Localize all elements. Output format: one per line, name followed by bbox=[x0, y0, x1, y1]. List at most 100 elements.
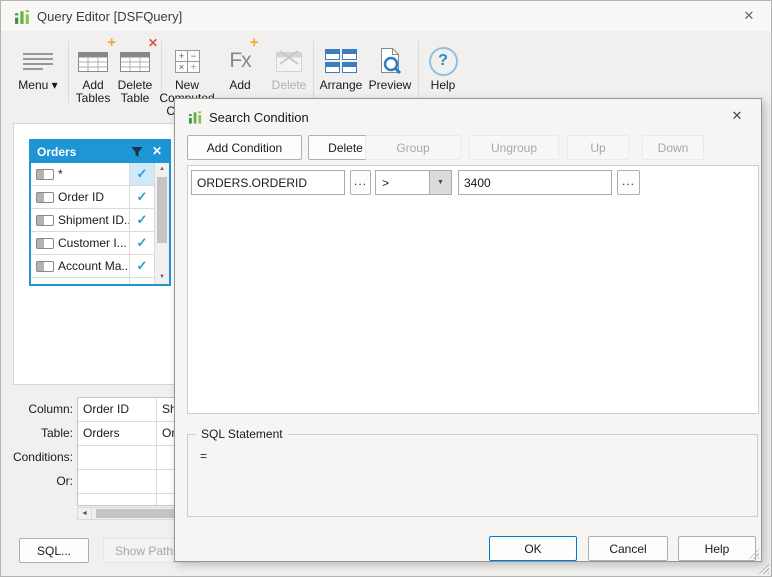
help-question-mark: ? bbox=[438, 52, 448, 69]
orders-field-list: * ✓ Order ID ✓ Shipment ID... ✓ Customer… bbox=[31, 163, 169, 284]
orders-scrollbar[interactable]: ▲ ▼ bbox=[154, 163, 169, 284]
field-label: Customer I... bbox=[58, 236, 127, 250]
operator-value: > bbox=[382, 176, 390, 190]
svg-text:÷: ÷ bbox=[191, 62, 196, 72]
checkmark-icon: ✓ bbox=[136, 166, 148, 181]
svg-text:+: + bbox=[178, 51, 183, 61]
toolbar-separator bbox=[313, 41, 314, 103]
field-browse-button[interactable]: ... bbox=[350, 170, 371, 195]
table-icon bbox=[78, 52, 108, 72]
add-formula-button[interactable]: Fx + Add bbox=[217, 35, 263, 92]
scrollbar-thumb[interactable] bbox=[157, 177, 167, 243]
menu-icon bbox=[23, 50, 53, 73]
add-tables-label-2: Tables bbox=[75, 91, 111, 105]
add-tables-button[interactable]: + Add Tables bbox=[71, 35, 116, 105]
orders-panel-title: Orders bbox=[37, 145, 77, 159]
list-item[interactable]: Account Ma... ✓ bbox=[31, 255, 169, 278]
condition-field-input[interactable]: ORDERS.ORDERID bbox=[191, 170, 345, 195]
delete-table-button[interactable]: ✕ Delete Table bbox=[113, 36, 158, 105]
query-editor-window: Query Editor [DSFQuery] ✕ Menu ▾ + Add T… bbox=[0, 0, 772, 577]
field-icon bbox=[36, 283, 54, 284]
delete-formula-label: Delete bbox=[271, 78, 307, 92]
preview-icon bbox=[381, 48, 402, 75]
table-row-label: Table: bbox=[40, 426, 73, 440]
field-checkbox[interactable]: ✓ bbox=[129, 232, 154, 254]
field-icon bbox=[36, 237, 54, 249]
toolbar-separator bbox=[68, 41, 69, 103]
window-resize-grip[interactable] bbox=[756, 561, 769, 574]
grid-cell-table-1[interactable]: Orders bbox=[78, 422, 157, 446]
orders-panel-header[interactable]: Orders ✕ bbox=[31, 141, 169, 163]
preview-button[interactable]: Preview bbox=[367, 43, 413, 92]
plus-badge-icon: + bbox=[249, 34, 259, 51]
value-browse-button[interactable]: ... bbox=[617, 170, 640, 195]
menu-button[interactable]: Menu ▾ bbox=[9, 43, 67, 92]
caret-down-icon: ▾ bbox=[51, 78, 58, 92]
field-label: Order ID bbox=[58, 190, 105, 204]
list-item[interactable]: Order Dat... ✓ bbox=[31, 278, 169, 284]
delete-table-label-2: Table bbox=[120, 91, 150, 105]
arrange-label: Arrange bbox=[319, 78, 363, 92]
window-close-icon[interactable]: ✕ bbox=[739, 6, 759, 26]
dialog-help-button[interactable]: Help bbox=[678, 536, 756, 561]
cancel-button[interactable]: Cancel bbox=[588, 536, 668, 561]
search-condition-dialog: Search Condition ✕ Add Condition Delete … bbox=[174, 98, 762, 562]
up-button: Up bbox=[567, 135, 629, 160]
scroll-left-icon[interactable]: ◄ bbox=[78, 508, 92, 519]
help-icon: ? bbox=[428, 46, 458, 76]
grid-cell-or-1[interactable] bbox=[78, 470, 157, 494]
field-checkbox[interactable]: ✓ bbox=[129, 163, 154, 185]
orders-panel-close-icon[interactable]: ✕ bbox=[152, 144, 162, 158]
condition-value-input[interactable]: 3400 bbox=[458, 170, 612, 195]
window-title: Query Editor [DSFQuery] bbox=[37, 9, 183, 24]
list-item[interactable]: Shipment ID... ✓ bbox=[31, 209, 169, 232]
scroll-up-icon[interactable]: ▲ bbox=[155, 163, 169, 176]
column-row-label: Column: bbox=[28, 402, 73, 416]
field-label: Order Dat... bbox=[58, 282, 121, 284]
scroll-down-icon[interactable]: ▼ bbox=[155, 271, 169, 284]
menu-label: Menu bbox=[18, 78, 49, 92]
sql-button[interactable]: SQL... bbox=[19, 538, 89, 563]
field-icon bbox=[36, 168, 54, 180]
preview-label: Preview bbox=[368, 78, 412, 92]
dialog-title: Search Condition bbox=[209, 110, 309, 125]
checkmark-icon: ✓ bbox=[136, 235, 148, 250]
list-item[interactable]: Order ID ✓ bbox=[31, 186, 169, 209]
list-item[interactable]: Customer I... ✓ bbox=[31, 232, 169, 255]
orders-table-panel[interactable]: Orders ✕ * ✓ Order ID ✓ Shipment ID... ✓ bbox=[29, 139, 171, 286]
checkmark-icon: ✓ bbox=[136, 212, 148, 227]
sql-statement-group: SQL Statement = bbox=[187, 427, 758, 517]
dialog-logo-icon bbox=[188, 111, 202, 124]
add-tables-label-1: Add bbox=[82, 78, 104, 92]
arrange-button[interactable]: Arrange bbox=[317, 43, 365, 92]
new-computed-label-1: New bbox=[174, 78, 199, 92]
fx-icon: Fx bbox=[229, 49, 251, 72]
help-button[interactable]: ? Help bbox=[422, 43, 464, 92]
list-item[interactable]: * ✓ bbox=[31, 163, 169, 186]
grid-cell-conditions-1[interactable] bbox=[78, 446, 157, 470]
down-button: Down bbox=[642, 135, 704, 160]
table-icon bbox=[120, 52, 150, 72]
field-label: Shipment ID... bbox=[58, 213, 130, 227]
dialog-close-icon[interactable]: ✕ bbox=[727, 106, 747, 126]
help-label: Help bbox=[430, 78, 456, 92]
grid-cell-extra-1[interactable] bbox=[78, 494, 157, 505]
or-row-label: Or: bbox=[56, 474, 73, 488]
svg-text:−: − bbox=[190, 51, 195, 61]
field-checkbox[interactable]: ✓ bbox=[129, 209, 154, 231]
ungroup-button: Ungroup bbox=[469, 135, 559, 160]
app-logo-icon bbox=[15, 10, 29, 24]
field-checkbox[interactable]: ✓ bbox=[129, 255, 154, 277]
arrange-icon bbox=[325, 49, 357, 73]
add-condition-button[interactable]: Add Condition bbox=[187, 135, 302, 160]
field-label: Account Ma... bbox=[58, 259, 130, 273]
checkmark-icon: ✓ bbox=[136, 189, 148, 204]
dropdown-arrow-icon[interactable]: ▼ bbox=[429, 171, 451, 194]
ok-button[interactable]: OK bbox=[489, 536, 577, 561]
grid-cell-column-1[interactable]: Order ID bbox=[78, 398, 157, 422]
field-checkbox[interactable]: ✓ bbox=[129, 278, 154, 284]
operator-select[interactable]: > ▼ bbox=[375, 170, 452, 195]
group-button: Group bbox=[365, 135, 461, 160]
filter-icon[interactable] bbox=[131, 146, 143, 158]
field-checkbox[interactable]: ✓ bbox=[129, 186, 154, 208]
